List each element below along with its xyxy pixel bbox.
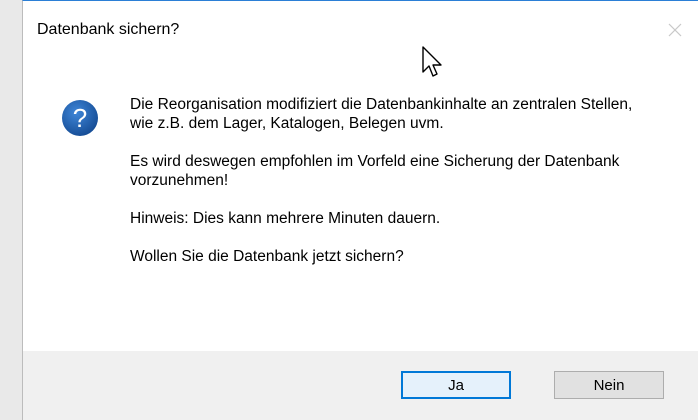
message-paragraph-hint: Hinweis: Dies kann mehrere Minuten dauer…: [130, 210, 441, 227]
close-icon: [668, 23, 682, 37]
confirm-dialog: Datenbank sichern? ? Die Reorganisation …: [22, 0, 698, 420]
no-button[interactable]: Nein: [554, 371, 664, 399]
message-paragraph-question: Wollen Sie die Datenbank jetzt sichern?: [130, 248, 404, 265]
question-icon: ?: [62, 100, 98, 136]
message-paragraph-recommendation: Es wird deswegen empfohlen im Vorfeld ei…: [130, 153, 620, 189]
title-bar[interactable]: Datenbank sichern?: [23, 1, 698, 59]
message-paragraph-reorg: Die Reorganisation modifiziert die Daten…: [130, 96, 633, 132]
dialog-footer: Ja Nein: [23, 351, 698, 420]
dialog-message: Die Reorganisation modifiziert die Daten…: [130, 95, 650, 285]
dialog-title: Datenbank sichern?: [37, 21, 180, 38]
close-button[interactable]: [652, 1, 698, 59]
svg-text:?: ?: [73, 103, 87, 133]
yes-button[interactable]: Ja: [401, 371, 511, 399]
mouse-cursor-icon: [422, 46, 442, 77]
